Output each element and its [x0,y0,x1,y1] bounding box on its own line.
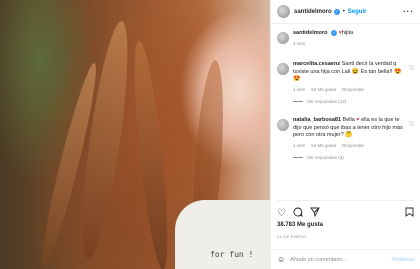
replies-line [293,101,303,103]
view-replies-label: Ver respuestas (2) [307,155,344,161]
header-username[interactable]: santidelmoro [294,9,332,15]
comment-icon[interactable] [293,207,303,220]
comment-username[interactable]: marcelita.cesaenz [293,61,340,67]
laughing-emoji-icon: 😆 [351,68,360,75]
likes-count[interactable]: 38.783 Me gusta [277,222,323,228]
red-heart-emoji-icon: ♥ [356,117,360,124]
shirt-text: for fun ! [210,250,254,259]
emoji-icon[interactable]: ☺ [277,255,285,264]
comment-likes[interactable]: 62 Me gusta [311,86,336,93]
verified-badge-icon: ✓ [333,8,340,15]
comment-item: marcelita.cesaenz Santi decir la verdad … [277,61,414,105]
comment-time[interactable]: 1 sem [293,86,305,93]
view-replies-button[interactable]: Ver respuestas (2) [293,154,406,161]
comment-like-heart-icon[interactable]: ♡ [409,121,414,128]
caption-username[interactable]: santidelmoro [293,30,328,36]
view-replies-label: Ver respuestas (12) [307,99,347,105]
comment-text: Bella [342,117,355,124]
comment-like-heart-icon[interactable]: ♡ [409,65,414,72]
share-icon[interactable] [310,207,320,220]
bookmark-icon[interactable] [405,207,414,220]
hair-streak [128,39,174,269]
caption-text: hijita [341,30,354,36]
dot-separator: • [342,8,345,15]
publish-button[interactable]: Publicar [392,257,414,263]
replies-line [293,157,303,159]
comment-input[interactable]: Añade un comentario... [290,257,347,263]
caption: santidelmoro ✓ ♥hijita 1 sem [277,30,414,47]
post-photo[interactable]: for fun ! [0,0,270,269]
heart-icon[interactable]: ♡ [277,208,286,219]
post-side-panel: santidelmoro ✓ • Seguir ··· santidelmoro… [270,0,420,269]
avatar[interactable] [277,32,289,44]
verified-badge-icon: ✓ [331,30,338,36]
caption-time[interactable]: 1 sem [293,40,305,47]
reply-button[interactable]: Responder [342,142,364,149]
comment-time[interactable]: 1 sem [293,142,305,149]
avatar[interactable] [277,5,290,18]
follow-button[interactable]: Seguir [348,9,367,15]
thinking-emoji-icon: 🤔 [345,131,353,138]
add-comment-bar: ☺ Añade un comentario... Publicar [271,249,420,269]
post-header: santidelmoro ✓ • Seguir ··· [271,0,420,24]
more-options-icon[interactable]: ··· [403,7,414,16]
avatar[interactable] [277,119,289,132]
reply-button[interactable]: Responder [342,86,364,93]
view-replies-button[interactable]: Ver respuestas (12) [293,98,406,105]
comment-username[interactable]: natalia_barbosa81 [293,117,341,123]
post-date[interactable]: 24 DE ENERO [277,234,307,239]
post-actions: ♡ [277,200,414,220]
comment-text-2: Es tan bella!! [360,68,393,75]
comments-list: santidelmoro ✓ ♥hijita 1 sem marcelita.c… [277,30,414,161]
avatar[interactable] [277,63,289,76]
comment-likes[interactable]: 54 Me gusta [311,142,336,149]
comment-item: natalia_barbosa81 Bella ♥ ella es la que… [277,117,414,161]
